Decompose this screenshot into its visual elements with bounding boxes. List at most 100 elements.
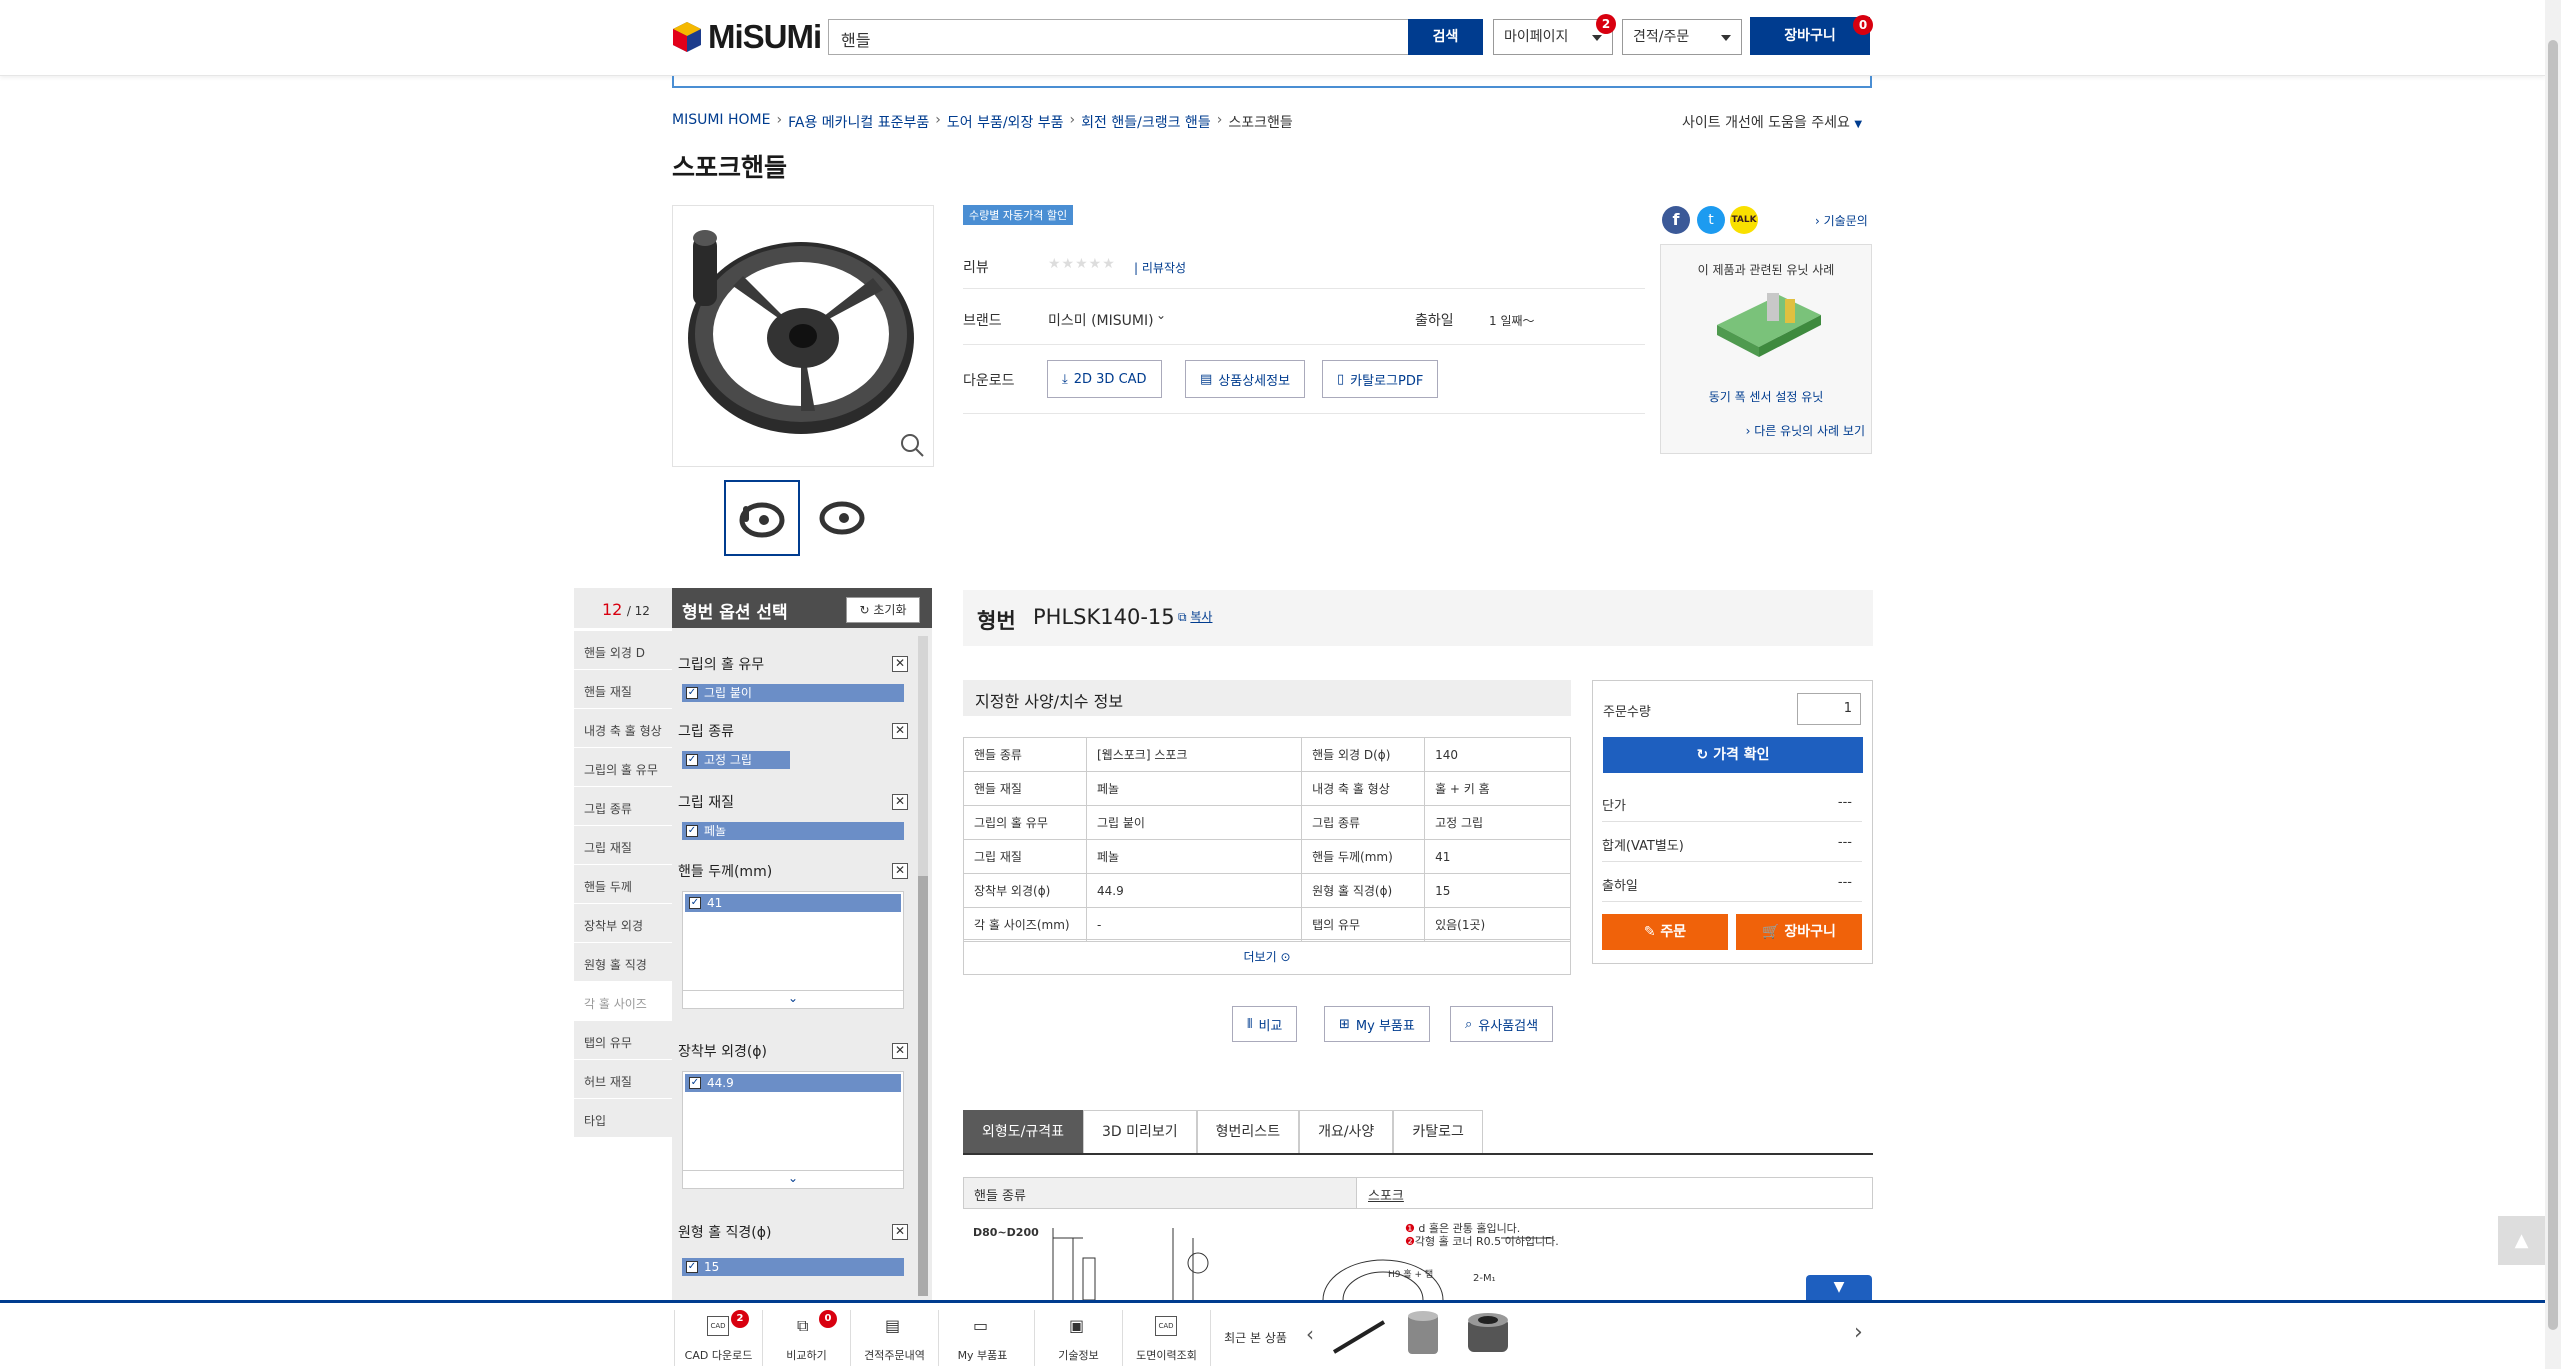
brand-value[interactable]: 미스미 (MISUMI) xyxy=(1048,310,1154,330)
close-icon[interactable]: ✕ xyxy=(892,863,908,879)
side-tab-grip-material[interactable]: 그립 재질 xyxy=(574,826,672,865)
table-row: 그립의 홀 유무 그립 붙이 그립 종류 고정 그립 xyxy=(963,805,1571,840)
side-tab-material[interactable]: 핸들 재질 xyxy=(574,670,672,709)
quote-order-dropdown[interactable]: 견적/주문 xyxy=(1622,19,1742,55)
product-image[interactable] xyxy=(672,205,934,467)
side-tab-square-hole[interactable]: 각 홀 사이즈 xyxy=(574,982,672,1021)
bottom-cad-download[interactable]: CAD 2 CAD 다운로드 xyxy=(674,1310,762,1366)
chip-label: 고정 그립 xyxy=(704,753,752,767)
filter-scrollbar[interactable] xyxy=(918,636,928,1296)
show-more-button[interactable]: 더보기 ⊙ xyxy=(963,939,1571,975)
close-icon[interactable]: ✕ xyxy=(892,1224,908,1240)
filter-chip-round-hole[interactable]: ✓ 15 xyxy=(682,1258,904,1276)
thumbnail-1[interactable] xyxy=(724,480,800,556)
tab-catalog[interactable]: 카탈로그 xyxy=(1393,1110,1483,1154)
tab-part-list[interactable]: 형번리스트 xyxy=(1196,1110,1300,1154)
search-input[interactable]: 핸들 xyxy=(828,19,1410,55)
cart-button[interactable]: 장바구니 xyxy=(1750,17,1870,55)
drawing-m-label: 2-M₁ xyxy=(1473,1273,1496,1284)
close-icon[interactable]: ✕ xyxy=(892,656,908,672)
filter-chip-grip-material[interactable]: ✓ 페놀 xyxy=(682,822,904,840)
copy-button[interactable]: ⧉ 복사 xyxy=(1178,608,1212,625)
twitter-icon[interactable]: t xyxy=(1697,206,1725,234)
bottom-tech-info[interactable]: ▣ 기술정보 xyxy=(1034,1310,1122,1366)
chevron-down-icon[interactable]: ⌄ xyxy=(1156,308,1166,322)
breadcrumb-fa[interactable]: FA용 메카니컬 표준부품 xyxy=(788,112,929,132)
filter-chip-mount-od[interactable]: ✓ 44.9 xyxy=(685,1074,901,1092)
mypage-dropdown[interactable]: 마이페이지 xyxy=(1493,19,1613,55)
add-to-cart-button[interactable]: 🛒 장바구니 xyxy=(1736,914,1862,950)
filter-chip-grip-hole[interactable]: ✓ 그립 붙이 xyxy=(682,684,904,702)
write-review-link[interactable]: | 리뷰작성 xyxy=(1134,259,1186,276)
tab-drawing[interactable]: 외형도/규격표 xyxy=(963,1110,1083,1154)
product-detail-button[interactable]: ▤ 상품상세정보 xyxy=(1185,360,1306,398)
side-tab-grip-type[interactable]: 그립 종류 xyxy=(574,787,672,826)
side-tab-hub-material[interactable]: 허브 재질 xyxy=(574,1060,672,1099)
side-tab-bore[interactable]: 내경 축 홀 형상 xyxy=(574,709,672,748)
bottom-quote-history[interactable]: ▤ 견적주문내역 xyxy=(850,1310,938,1366)
scroll-top-button[interactable]: ▲ xyxy=(2498,1216,2545,1265)
kakaotalk-icon[interactable]: TALK xyxy=(1730,206,1758,234)
compare-icon: ⫴ xyxy=(1247,1016,1253,1032)
page-scroll-thumb[interactable] xyxy=(2548,40,2558,1330)
recent-item-3[interactable] xyxy=(1462,1306,1514,1360)
bottom-compare[interactable]: ⧉ 0 비교하기 xyxy=(762,1310,850,1366)
filter-title-grip-type: 그립 종류 xyxy=(678,724,734,740)
expand-panel-button[interactable]: ▼ xyxy=(1806,1275,1872,1300)
qty-input[interactable]: 1 xyxy=(1797,693,1861,725)
side-tab-round-hole[interactable]: 원형 홀 직경 xyxy=(574,943,672,982)
bottom-drawing-history[interactable]: CAD 도면이력조회 xyxy=(1122,1310,1210,1366)
page-title: 스포크핸들 xyxy=(672,153,788,182)
part-number-bar: 형번 PHLSK140-15 ⧉ 복사 xyxy=(963,590,1873,646)
chevron-down-icon[interactable]: ⌄ xyxy=(683,1170,903,1188)
close-icon[interactable]: ✕ xyxy=(892,794,908,810)
filter-chip-grip-type[interactable]: ✓ 고정 그립 xyxy=(682,751,790,769)
side-tab-grip-hole[interactable]: 그립의 홀 유무 xyxy=(574,748,672,787)
recent-item-1[interactable] xyxy=(1328,1308,1390,1366)
tab-overview[interactable]: 개요/사양 xyxy=(1299,1110,1394,1154)
close-icon[interactable]: ✕ xyxy=(892,1043,908,1059)
facebook-icon[interactable]: f xyxy=(1662,206,1690,234)
search-button[interactable]: 검색 xyxy=(1408,19,1483,55)
similar-search-icon: ⌕ xyxy=(1465,1016,1473,1032)
page-scrollbar[interactable] xyxy=(2545,0,2561,1369)
order-button[interactable]: ✎ 주문 xyxy=(1602,914,1728,950)
filter-scroll-thumb[interactable] xyxy=(918,876,928,1296)
tech-inquiry-link[interactable]: › 기술문의 xyxy=(1815,212,1868,229)
side-tab-thickness[interactable]: 핸들 두께 xyxy=(574,865,672,904)
zoom-icon[interactable] xyxy=(895,428,929,462)
breadcrumb-door[interactable]: 도어 부품/외장 부품 xyxy=(947,112,1064,132)
drawing-history-label: 도면이력조회 xyxy=(1136,1349,1197,1362)
unit-case-image[interactable] xyxy=(1709,285,1825,361)
chevron-left-icon[interactable]: ‹ xyxy=(1306,1322,1314,1346)
breadcrumb-home[interactable]: MISUMI HOME xyxy=(672,112,770,132)
my-parts-button[interactable]: ⊞ My 부품표 xyxy=(1324,1006,1430,1042)
reset-button[interactable]: ↻ 초기화 xyxy=(846,597,920,623)
price-check-button[interactable]: ↻ 가격 확인 xyxy=(1603,737,1863,773)
chevron-down-icon[interactable]: ⌄ xyxy=(683,990,903,1008)
catalog-pdf-button[interactable]: ▯ 카탈로그PDF xyxy=(1322,360,1439,398)
tab-3d-preview[interactable]: 3D 미리보기 xyxy=(1083,1110,1197,1154)
side-tab-mount-od[interactable]: 장착부 외경 xyxy=(574,904,672,943)
similar-search-button[interactable]: ⌕ 유사품검색 xyxy=(1450,1006,1554,1042)
site-feedback-link[interactable]: 사이트 개선에 도움을 주세요 ▼ xyxy=(1682,112,1862,132)
header-notice-frame xyxy=(672,76,1872,88)
close-icon[interactable]: ✕ xyxy=(892,723,908,739)
side-tab-outer-d[interactable]: 핸들 외경 D xyxy=(574,631,672,670)
misumi-logo[interactable]: MiSUMi xyxy=(672,18,822,56)
recent-item-2[interactable] xyxy=(1398,1308,1448,1362)
mount-od-listbox[interactable]: ✓ 44.9 ⌄ xyxy=(682,1071,904,1189)
thickness-listbox[interactable]: ✓ 41 ⌄ xyxy=(682,891,904,1009)
bottom-my-parts[interactable]: ▭ My 부품표 xyxy=(938,1310,1026,1366)
compare-button[interactable]: ⫴ 비교 xyxy=(1232,1006,1298,1042)
more-cases-link[interactable]: › 다른 유닛의 사례 보기 xyxy=(1746,422,1865,439)
unit-price-row: 단가 --- xyxy=(1602,782,1862,822)
cad-download-button[interactable]: ⤓ 2D 3D CAD xyxy=(1047,360,1162,398)
side-tab-tap[interactable]: 탭의 유무 xyxy=(574,1021,672,1060)
thumbnail-2[interactable] xyxy=(804,480,880,556)
case-caption-link[interactable]: 동기 폭 센서 설정 유닛 xyxy=(1661,388,1871,405)
chevron-right-icon[interactable]: › xyxy=(1854,1320,1863,1345)
breadcrumb-handle[interactable]: 회전 핸들/크랭크 핸들 xyxy=(1081,112,1211,132)
side-tab-type[interactable]: 타입 xyxy=(574,1099,672,1138)
filter-chip-thickness[interactable]: ✓ 41 xyxy=(685,894,901,912)
